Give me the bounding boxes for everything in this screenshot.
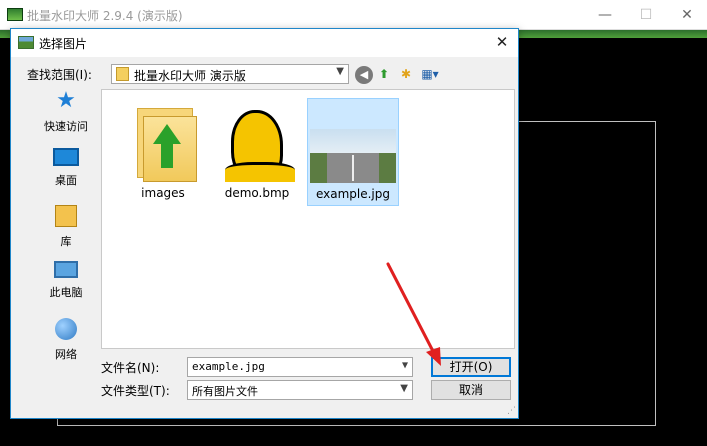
folder-icon [116, 67, 129, 81]
place-label: 网络 [55, 348, 77, 361]
library-icon [55, 205, 77, 227]
minimize-button[interactable]: — [585, 0, 625, 30]
image-thumbnail [217, 102, 297, 182]
dialog-body: 查找范围(I): 批量水印大师 演示版 ▼ ◀ ⬆ ✱ ▦▾ ★ 快速访问 桌面… [11, 57, 518, 418]
maximize-button[interactable]: ☐ [626, 0, 666, 30]
network-icon [55, 318, 77, 340]
file-name: example.jpg [315, 187, 391, 201]
look-in-value: 批量水印大师 演示版 [134, 69, 246, 83]
app-title: 批量水印大师 2.9.4 (演示版) [27, 9, 183, 23]
file-item-selected[interactable]: example.jpg [307, 98, 399, 206]
image-thumbnail [310, 129, 396, 153]
places-bar: ★ 快速访问 桌面 库 此电脑 网络 [27, 90, 105, 380]
dialog-title: 选择图片 [39, 37, 88, 51]
filename-label: 文件名(N): [101, 361, 160, 375]
quick-access-icon: ★ [56, 88, 76, 113]
file-item[interactable]: images [118, 98, 210, 206]
resize-grip-icon[interactable]: ⋰ [507, 406, 516, 416]
place-label: 库 [60, 235, 72, 248]
place-this-pc[interactable]: 此电脑 [27, 261, 105, 313]
file-item[interactable]: demo.bmp [212, 98, 304, 206]
open-file-dialog: 选择图片 ✕ 查找范围(I): 批量水印大师 演示版 ▼ ◀ ⬆ ✱ ▦▾ ★ … [10, 28, 519, 419]
picture-icon [18, 36, 34, 49]
place-network[interactable]: 网络 [27, 318, 105, 370]
file-list[interactable]: images demo.bmp example.jpg [101, 89, 515, 349]
dialog-close-button[interactable]: ✕ [490, 31, 514, 53]
chevron-down-icon: ▼ [401, 360, 408, 371]
up-folder-icon[interactable]: ⬆ [375, 65, 393, 83]
place-label: 桌面 [55, 174, 77, 187]
place-library[interactable]: 库 [27, 205, 105, 257]
cancel-button[interactable]: 取消 [431, 380, 511, 400]
place-desktop[interactable]: 桌面 [27, 148, 105, 200]
filename-combo[interactable]: example.jpg ▼ [187, 357, 413, 377]
this-pc-icon [54, 261, 78, 278]
look-in-label: 查找范围(I): [27, 68, 92, 82]
filetype-label: 文件类型(T): [101, 384, 170, 398]
desktop-icon [53, 148, 79, 166]
chevron-down-icon: ▼ [336, 66, 344, 77]
filetype-value: 所有图片文件 [192, 385, 258, 398]
filetype-select[interactable]: 所有图片文件 ▼ [187, 380, 413, 400]
app-logo-icon [7, 8, 23, 21]
place-label: 此电脑 [49, 286, 83, 299]
chevron-down-icon: ▼ [400, 383, 408, 394]
file-name: demo.bmp [224, 186, 290, 200]
folder-thumbnail [123, 102, 203, 182]
dialog-titlebar: 选择图片 ✕ [11, 29, 518, 57]
place-quick-access[interactable]: ★ 快速访问 [27, 90, 105, 142]
view-menu-icon[interactable]: ▦▾ [417, 65, 443, 83]
app-close-button[interactable]: ✕ [667, 0, 707, 30]
arrow-up-icon [153, 124, 181, 144]
open-button[interactable]: 打开(O) [431, 357, 511, 377]
look-in-select[interactable]: 批量水印大师 演示版 ▼ [111, 64, 349, 84]
filename-value: example.jpg [192, 360, 265, 373]
new-folder-icon[interactable]: ✱ [397, 65, 415, 83]
app-titlebar: 批量水印大师 2.9.4 (演示版) — ☐ ✕ [0, 0, 707, 30]
place-label: 快速访问 [44, 120, 88, 133]
back-icon[interactable]: ◀ [355, 66, 373, 84]
file-name: images [141, 186, 185, 200]
